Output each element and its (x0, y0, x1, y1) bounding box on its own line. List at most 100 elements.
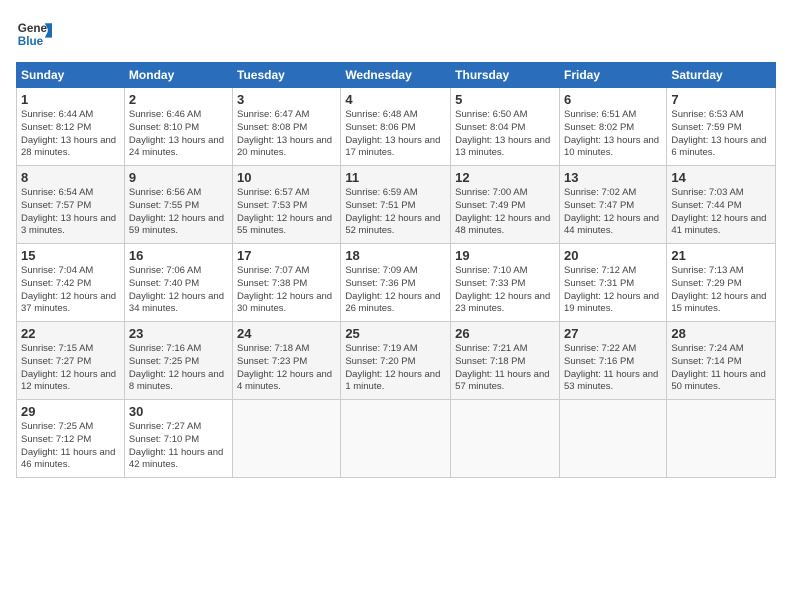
calendar-cell: 9 Sunrise: 6:56 AMSunset: 7:55 PMDayligh… (124, 166, 232, 244)
day-detail: Sunrise: 6:54 AMSunset: 7:57 PMDaylight:… (21, 187, 116, 236)
day-number: 1 (21, 92, 120, 107)
calendar-cell: 17 Sunrise: 7:07 AMSunset: 7:38 PMDaylig… (233, 244, 341, 322)
weekday-header-thursday: Thursday (451, 63, 560, 88)
calendar-cell: 29 Sunrise: 7:25 AMSunset: 7:12 PMDaylig… (17, 400, 125, 478)
day-number: 26 (455, 326, 555, 341)
calendar-cell: 22 Sunrise: 7:15 AMSunset: 7:27 PMDaylig… (17, 322, 125, 400)
logo: General Blue (16, 16, 52, 52)
day-number: 3 (237, 92, 336, 107)
day-detail: Sunrise: 6:46 AMSunset: 8:10 PMDaylight:… (129, 109, 224, 158)
day-number: 17 (237, 248, 336, 263)
day-detail: Sunrise: 7:27 AMSunset: 7:10 PMDaylight:… (129, 421, 223, 470)
day-detail: Sunrise: 7:16 AMSunset: 7:25 PMDaylight:… (129, 343, 224, 392)
day-number: 13 (564, 170, 662, 185)
day-detail: Sunrise: 6:57 AMSunset: 7:53 PMDaylight:… (237, 187, 332, 236)
calendar-cell: 11 Sunrise: 6:59 AMSunset: 7:51 PMDaylig… (341, 166, 451, 244)
weekday-header-friday: Friday (559, 63, 666, 88)
calendar-cell: 10 Sunrise: 6:57 AMSunset: 7:53 PMDaylig… (233, 166, 341, 244)
day-detail: Sunrise: 7:22 AMSunset: 7:16 PMDaylight:… (564, 343, 658, 392)
day-detail: Sunrise: 7:07 AMSunset: 7:38 PMDaylight:… (237, 265, 332, 314)
day-number: 29 (21, 404, 120, 419)
day-number: 15 (21, 248, 120, 263)
day-number: 7 (671, 92, 771, 107)
day-number: 11 (345, 170, 446, 185)
calendar-cell: 23 Sunrise: 7:16 AMSunset: 7:25 PMDaylig… (124, 322, 232, 400)
day-detail: Sunrise: 6:53 AMSunset: 7:59 PMDaylight:… (671, 109, 766, 158)
calendar-cell: 3 Sunrise: 6:47 AMSunset: 8:08 PMDayligh… (233, 88, 341, 166)
day-number: 8 (21, 170, 120, 185)
day-detail: Sunrise: 7:06 AMSunset: 7:40 PMDaylight:… (129, 265, 224, 314)
calendar-cell: 2 Sunrise: 6:46 AMSunset: 8:10 PMDayligh… (124, 88, 232, 166)
day-detail: Sunrise: 7:09 AMSunset: 7:36 PMDaylight:… (345, 265, 440, 314)
day-detail: Sunrise: 7:24 AMSunset: 7:14 PMDaylight:… (671, 343, 765, 392)
calendar-cell: 27 Sunrise: 7:22 AMSunset: 7:16 PMDaylig… (559, 322, 666, 400)
day-number: 24 (237, 326, 336, 341)
day-detail: Sunrise: 7:10 AMSunset: 7:33 PMDaylight:… (455, 265, 550, 314)
day-detail: Sunrise: 7:04 AMSunset: 7:42 PMDaylight:… (21, 265, 116, 314)
calendar-cell: 18 Sunrise: 7:09 AMSunset: 7:36 PMDaylig… (341, 244, 451, 322)
calendar-cell: 8 Sunrise: 6:54 AMSunset: 7:57 PMDayligh… (17, 166, 125, 244)
calendar-cell: 15 Sunrise: 7:04 AMSunset: 7:42 PMDaylig… (17, 244, 125, 322)
calendar-cell (341, 400, 451, 478)
day-number: 9 (129, 170, 228, 185)
day-number: 21 (671, 248, 771, 263)
day-number: 27 (564, 326, 662, 341)
day-detail: Sunrise: 7:03 AMSunset: 7:44 PMDaylight:… (671, 187, 766, 236)
day-number: 4 (345, 92, 446, 107)
day-detail: Sunrise: 7:19 AMSunset: 7:20 PMDaylight:… (345, 343, 440, 392)
day-number: 23 (129, 326, 228, 341)
calendar-cell (451, 400, 560, 478)
day-number: 19 (455, 248, 555, 263)
day-number: 10 (237, 170, 336, 185)
day-detail: Sunrise: 7:00 AMSunset: 7:49 PMDaylight:… (455, 187, 550, 236)
calendar-cell: 5 Sunrise: 6:50 AMSunset: 8:04 PMDayligh… (451, 88, 560, 166)
day-detail: Sunrise: 6:59 AMSunset: 7:51 PMDaylight:… (345, 187, 440, 236)
day-number: 16 (129, 248, 228, 263)
day-number: 2 (129, 92, 228, 107)
day-detail: Sunrise: 6:48 AMSunset: 8:06 PMDaylight:… (345, 109, 440, 158)
day-number: 25 (345, 326, 446, 341)
logo-icon: General Blue (16, 16, 52, 52)
calendar-cell: 13 Sunrise: 7:02 AMSunset: 7:47 PMDaylig… (559, 166, 666, 244)
day-number: 14 (671, 170, 771, 185)
calendar-cell: 24 Sunrise: 7:18 AMSunset: 7:23 PMDaylig… (233, 322, 341, 400)
day-detail: Sunrise: 7:15 AMSunset: 7:27 PMDaylight:… (21, 343, 116, 392)
day-number: 5 (455, 92, 555, 107)
calendar-cell: 6 Sunrise: 6:51 AMSunset: 8:02 PMDayligh… (559, 88, 666, 166)
day-number: 22 (21, 326, 120, 341)
calendar-cell: 21 Sunrise: 7:13 AMSunset: 7:29 PMDaylig… (667, 244, 776, 322)
day-detail: Sunrise: 6:51 AMSunset: 8:02 PMDaylight:… (564, 109, 659, 158)
weekday-header-saturday: Saturday (667, 63, 776, 88)
day-detail: Sunrise: 7:25 AMSunset: 7:12 PMDaylight:… (21, 421, 115, 470)
weekday-header-wednesday: Wednesday (341, 63, 451, 88)
day-detail: Sunrise: 7:13 AMSunset: 7:29 PMDaylight:… (671, 265, 766, 314)
day-detail: Sunrise: 6:50 AMSunset: 8:04 PMDaylight:… (455, 109, 550, 158)
calendar-cell: 30 Sunrise: 7:27 AMSunset: 7:10 PMDaylig… (124, 400, 232, 478)
day-number: 18 (345, 248, 446, 263)
calendar-cell: 14 Sunrise: 7:03 AMSunset: 7:44 PMDaylig… (667, 166, 776, 244)
calendar-cell: 28 Sunrise: 7:24 AMSunset: 7:14 PMDaylig… (667, 322, 776, 400)
weekday-header-sunday: Sunday (17, 63, 125, 88)
calendar-cell: 25 Sunrise: 7:19 AMSunset: 7:20 PMDaylig… (341, 322, 451, 400)
page-header: General Blue (16, 16, 776, 52)
calendar-cell: 19 Sunrise: 7:10 AMSunset: 7:33 PMDaylig… (451, 244, 560, 322)
day-detail: Sunrise: 6:47 AMSunset: 8:08 PMDaylight:… (237, 109, 332, 158)
calendar-cell: 7 Sunrise: 6:53 AMSunset: 7:59 PMDayligh… (667, 88, 776, 166)
day-number: 12 (455, 170, 555, 185)
day-detail: Sunrise: 6:56 AMSunset: 7:55 PMDaylight:… (129, 187, 224, 236)
svg-text:Blue: Blue (18, 35, 44, 48)
day-detail: Sunrise: 6:44 AMSunset: 8:12 PMDaylight:… (21, 109, 116, 158)
day-detail: Sunrise: 7:02 AMSunset: 7:47 PMDaylight:… (564, 187, 659, 236)
day-number: 6 (564, 92, 662, 107)
calendar-cell: 4 Sunrise: 6:48 AMSunset: 8:06 PMDayligh… (341, 88, 451, 166)
day-detail: Sunrise: 7:12 AMSunset: 7:31 PMDaylight:… (564, 265, 659, 314)
day-detail: Sunrise: 7:21 AMSunset: 7:18 PMDaylight:… (455, 343, 549, 392)
calendar-cell: 16 Sunrise: 7:06 AMSunset: 7:40 PMDaylig… (124, 244, 232, 322)
day-number: 20 (564, 248, 662, 263)
day-detail: Sunrise: 7:18 AMSunset: 7:23 PMDaylight:… (237, 343, 332, 392)
calendar-cell (559, 400, 666, 478)
calendar-cell (233, 400, 341, 478)
calendar-table: SundayMondayTuesdayWednesdayThursdayFrid… (16, 62, 776, 478)
weekday-header-tuesday: Tuesday (233, 63, 341, 88)
calendar-cell (667, 400, 776, 478)
